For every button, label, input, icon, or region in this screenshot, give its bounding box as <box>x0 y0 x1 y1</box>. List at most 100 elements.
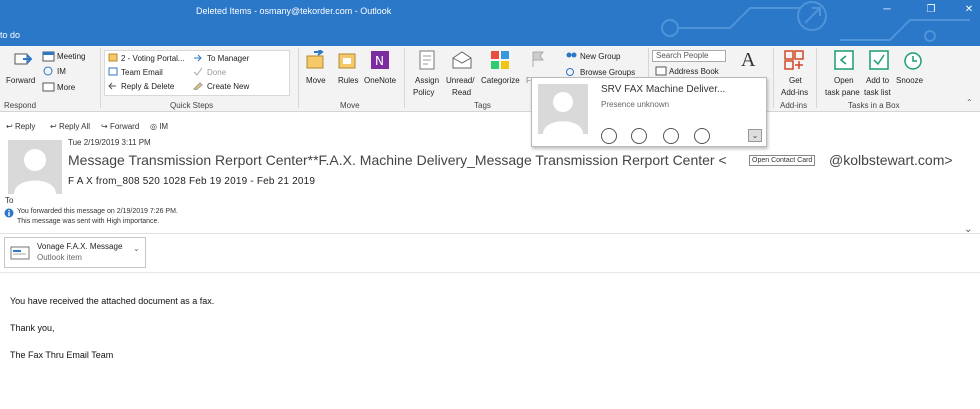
window-title: Deleted Items - osmany@tekorder.com - Ou… <box>196 6 392 16</box>
attachment-type: Outlook item <box>37 253 82 262</box>
divider <box>0 272 980 273</box>
email-contact-icon[interactable] <box>694 128 710 144</box>
svg-text:N: N <box>375 54 384 68</box>
snooze-alarm-icon <box>904 52 922 70</box>
to-manager-icon <box>194 54 202 62</box>
quick-step-done[interactable]: Done <box>207 68 226 77</box>
expand-header-icon[interactable]: ⌄ <box>964 224 972 235</box>
ribbon: Forward Meeting IM More Respond 2 - Voti… <box>0 46 980 112</box>
more-button[interactable]: More <box>57 83 75 92</box>
reply-all-action[interactable]: ↩ Reply All <box>50 122 90 131</box>
presence-status: Presence unknown <box>601 100 670 109</box>
restore-icon[interactable]: ❐ <box>924 4 938 16</box>
title-bar: Deleted Items - osmany@tekorder.com - Ou… <box>0 0 980 46</box>
move-group-label: Move <box>340 101 360 110</box>
tasks-group-label: Tasks in a Box <box>848 101 900 110</box>
quick-step-team-email[interactable]: Team Email <box>121 68 163 77</box>
body-line: You have received the attached document … <box>10 296 215 306</box>
add-to-label[interactable]: Add to <box>866 76 889 85</box>
onenote-icon: N <box>371 51 389 69</box>
policy-label[interactable]: Policy <box>413 88 434 97</box>
task-list-label[interactable]: task list <box>864 88 891 97</box>
message-date: Tue 2/19/2019 3:11 PM <box>68 138 151 147</box>
get-label[interactable]: Get <box>789 76 802 85</box>
categorize-button[interactable]: Categorize <box>481 76 520 85</box>
assign-label[interactable]: Assign <box>415 76 439 85</box>
quick-step-reply-delete[interactable]: Reply & Delete <box>121 82 174 91</box>
divider <box>404 48 405 108</box>
sender-email-suffix[interactable]: @kolbstewart.com> <box>829 152 953 168</box>
importance-info: This message was sent with High importan… <box>17 218 160 225</box>
attachment-chevron-icon[interactable]: ⌄ <box>133 244 140 253</box>
new-group-button[interactable]: New Group <box>580 52 620 61</box>
get-addins-icon <box>784 50 804 70</box>
video-contact-icon[interactable] <box>663 128 679 144</box>
rules-button[interactable]: Rules <box>338 76 358 85</box>
unread-label[interactable]: Unread/ <box>446 76 474 85</box>
attachment-name: Vonage F.A.X. Message <box>37 242 123 251</box>
forward-button[interactable]: Forward <box>6 76 35 85</box>
move-button[interactable]: Move <box>306 76 326 85</box>
im-action[interactable]: ◎ IM <box>150 122 168 131</box>
follow-up-flag-icon <box>532 51 544 67</box>
message-subject: Message Transmission Rerport Center**F.A… <box>68 152 727 168</box>
more-icon <box>42 82 55 92</box>
reply-action[interactable]: ↩ Reply <box>6 122 35 131</box>
address-book-button[interactable]: Address Book <box>669 67 719 76</box>
call-contact-icon[interactable] <box>631 128 647 144</box>
im-icon <box>43 66 53 76</box>
create-new-icon <box>193 82 203 90</box>
rules-icon <box>338 53 356 69</box>
snooze-button[interactable]: Snooze <box>896 76 923 85</box>
divider <box>298 48 299 108</box>
task-pane-label[interactable]: task pane <box>825 88 860 97</box>
todo-label[interactable]: to do <box>0 30 20 40</box>
minimize-icon[interactable]: ─ <box>880 4 894 16</box>
im-button[interactable]: IM <box>57 67 66 76</box>
new-group-icon <box>566 52 577 58</box>
contact-name: SRV FAX Machine Deliver... <box>601 84 726 95</box>
quick-step-voting[interactable]: 2 - Voting Portal... <box>121 54 185 63</box>
move-icon <box>306 50 324 69</box>
attachment-item[interactable]: Vonage F.A.X. Message Outlook item ⌄ <box>4 237 146 268</box>
quick-step-create-new[interactable]: Create New <box>207 82 249 91</box>
onenote-button[interactable]: OneNote <box>364 76 396 85</box>
team-email-icon <box>108 67 118 76</box>
browse-groups-icon <box>566 68 574 76</box>
forward-icon <box>14 53 32 65</box>
divider <box>773 48 774 108</box>
unread-read-icon <box>452 51 472 69</box>
close-icon[interactable]: ✕ <box>962 4 976 16</box>
sender-avatar <box>8 140 62 194</box>
categorize-icon <box>491 51 509 69</box>
reply-delete-icon <box>108 82 116 90</box>
read-label[interactable]: Read <box>452 88 471 97</box>
divider <box>0 233 980 234</box>
open-task-pane-icon <box>834 50 854 70</box>
quick-steps-group-label: Quick Steps <box>170 101 214 110</box>
forward-action[interactable]: ↪ Forward <box>101 122 139 131</box>
forwarded-info: You forwarded this message on 2/19/2019 … <box>17 208 178 215</box>
im-contact-icon[interactable] <box>601 128 617 144</box>
body-line: The Fax Thru Email Team <box>10 350 114 360</box>
reading-pane: ↩ Reply ↩ Reply All ↪ Forward ◎ IM Tue 2… <box>0 112 980 409</box>
collapse-ribbon-icon[interactable]: ⌃ <box>966 98 973 107</box>
quick-step-to-manager[interactable]: To Manager <box>207 54 249 63</box>
to-label: To <box>5 196 14 205</box>
expand-card-icon[interactable]: ⌄ <box>748 129 762 142</box>
open-label[interactable]: Open <box>834 76 854 85</box>
address-book-icon <box>655 66 667 76</box>
addins-group-label: Add-ins <box>780 101 808 110</box>
open-contact-card-tooltip[interactable]: Open Contact Card <box>749 155 816 166</box>
contact-card-popup: SRV FAX Machine Deliver... Presence unkn… <box>531 77 767 147</box>
divider <box>100 48 101 108</box>
browse-groups-button[interactable]: Browse Groups <box>580 68 635 77</box>
respond-group-label: Respond <box>4 101 37 110</box>
contact-avatar <box>538 84 588 134</box>
read-aloud-icon[interactable]: A <box>741 49 755 72</box>
add-to-task-list-icon <box>869 50 889 70</box>
meeting-button[interactable]: Meeting <box>57 52 85 61</box>
assign-policy-icon <box>419 50 435 70</box>
addins-label[interactable]: Add-ins <box>781 88 808 97</box>
search-people-input[interactable]: Search People <box>652 50 726 62</box>
